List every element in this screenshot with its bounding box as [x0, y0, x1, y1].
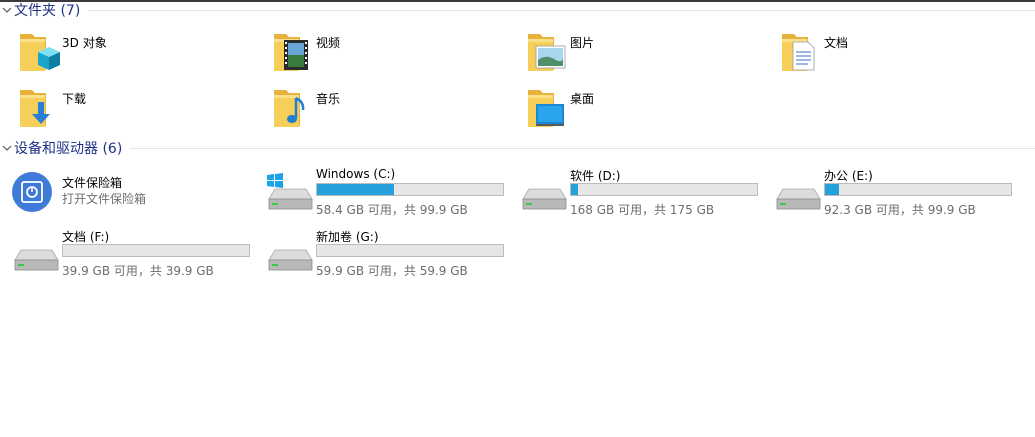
- drive-usage-bar: [316, 244, 504, 257]
- vault-subtitle: 打开文件保险箱: [62, 192, 147, 206]
- music-folder-icon: [270, 84, 305, 132]
- folders-section-header[interactable]: 文件夹 (7): [0, 0, 1035, 20]
- section-divider: [88, 9, 1035, 11]
- vault-icon: [12, 172, 52, 212]
- windows-drive-icon: [267, 173, 314, 219]
- drive-name: 文档 (F:): [62, 230, 110, 244]
- folder-item-music[interactable]: 音乐: [270, 84, 520, 132]
- section-divider: [130, 147, 1035, 149]
- downloads-folder-icon: [16, 84, 50, 132]
- folder-item-pictures[interactable]: 图片: [524, 28, 774, 76]
- drive-item-d[interactable]: 软件 (D:) 168 GB 可用，共 175 GB: [520, 167, 772, 219]
- drive-name: 软件 (D:): [570, 169, 621, 183]
- folder-label: 文档: [824, 36, 849, 50]
- drive-name: Windows (C:): [316, 167, 396, 181]
- videos-folder-icon: [270, 28, 308, 76]
- hard-drive-icon: [520, 171, 568, 219]
- folder-item-videos[interactable]: 视频: [270, 28, 520, 76]
- folder-item-desktop[interactable]: 桌面: [524, 84, 774, 132]
- hard-drive-icon: [266, 232, 314, 280]
- folder-item-documents[interactable]: 文档: [778, 28, 1028, 76]
- drive-usage-fill: [317, 184, 395, 195]
- pictures-folder-icon: [524, 28, 566, 76]
- drive-usage-bar: [62, 244, 250, 257]
- drive-capacity: 168 GB 可用，共 175 GB: [570, 203, 715, 217]
- drive-item-e[interactable]: 办公 (E:) 92.3 GB 可用，共 99.9 GB: [774, 167, 1026, 219]
- chevron-down-icon[interactable]: [1, 4, 13, 16]
- devices-section-title: 设备和驱动器 (6): [14, 141, 123, 157]
- folder-label: 桌面: [570, 92, 595, 106]
- folder-item-3d-objects[interactable]: 3D 对象: [16, 28, 266, 76]
- folder-item-downloads[interactable]: 下载: [16, 84, 266, 132]
- folder-label: 3D 对象: [62, 36, 107, 50]
- hard-drive-icon: [12, 232, 60, 280]
- drive-usage-bar: [570, 183, 758, 196]
- folder-label: 视频: [316, 36, 341, 50]
- devices-section-header[interactable]: 设备和驱动器 (6): [0, 138, 1035, 158]
- documents-folder-icon: [778, 28, 815, 76]
- chevron-down-icon[interactable]: [1, 142, 13, 154]
- folder-label: 音乐: [316, 92, 341, 106]
- drive-capacity: 92.3 GB 可用，共 99.9 GB: [824, 203, 976, 217]
- hard-drive-icon: [774, 171, 822, 219]
- drive-capacity: 58.4 GB 可用，共 99.9 GB: [316, 203, 468, 217]
- drive-usage-bar: [316, 183, 504, 196]
- drive-usage-bar: [824, 183, 1012, 196]
- drive-capacity: 59.9 GB 可用，共 59.9 GB: [316, 264, 468, 278]
- 3d-objects-folder-icon: [16, 28, 60, 76]
- folder-label: 图片: [570, 36, 595, 50]
- drive-usage-fill: [825, 184, 840, 195]
- vault-name: 文件保险箱: [62, 176, 123, 190]
- drive-capacity: 39.9 GB 可用，共 39.9 GB: [62, 264, 214, 278]
- drive-name: 新加卷 (G:): [316, 230, 379, 244]
- drive-item-f[interactable]: 文档 (F:) 39.9 GB 可用，共 39.9 GB: [12, 228, 264, 280]
- drive-name: 办公 (E:): [824, 169, 873, 183]
- folders-section-title: 文件夹 (7): [14, 3, 81, 19]
- file-vault-item[interactable]: 文件保险箱 打开文件保险箱: [12, 170, 264, 222]
- drive-item-c[interactable]: Windows (C:) 58.4 GB 可用，共 99.9 GB: [266, 167, 518, 219]
- desktop-folder-icon: [524, 84, 564, 132]
- folder-label: 下载: [62, 92, 87, 106]
- drive-usage-fill: [571, 184, 579, 195]
- drive-item-g[interactable]: 新加卷 (G:) 59.9 GB 可用，共 59.9 GB: [266, 228, 518, 280]
